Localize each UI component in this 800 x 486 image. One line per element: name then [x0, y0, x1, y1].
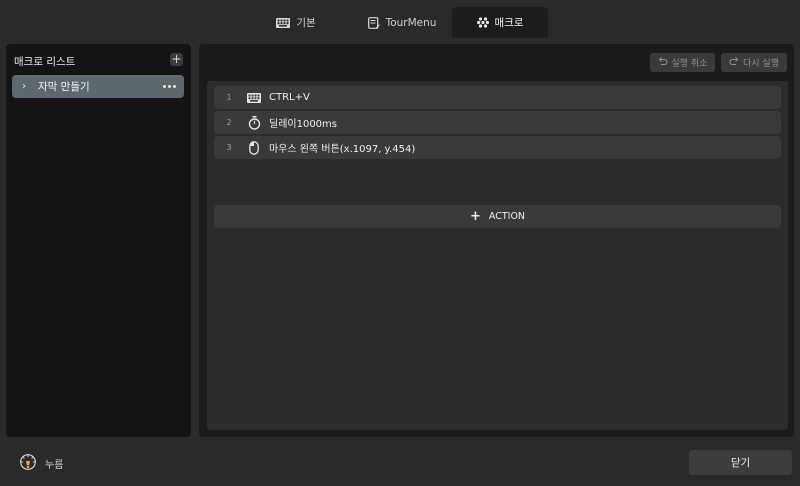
macro-editor-panel: 실행 취소 다시 실행 1 CTRL+V 2 딜레이1000ms 3 마우스 왼…: [199, 44, 794, 437]
macro-list-title: 매크로 리스트: [14, 56, 76, 68]
action-index: 2: [226, 118, 232, 127]
keyboard-icon: [246, 90, 262, 106]
undo-button[interactable]: 실행 취소: [650, 53, 715, 72]
action-text: 마우스 왼쪽 버튼(x.1097, y.454): [269, 144, 416, 155]
tab-basic-label: 기본: [296, 17, 316, 29]
chevron-right-icon[interactable]: ›: [22, 81, 32, 92]
stopwatch-icon: [246, 115, 262, 131]
add-action-label: ACTION: [488, 211, 526, 222]
redo-button[interactable]: 다시 실행: [721, 53, 787, 72]
action-row[interactable]: 2 딜레이1000ms: [214, 111, 781, 134]
macro-item-label: 자막 만들기: [38, 81, 90, 93]
brand-logo: 누름: [19, 453, 63, 474]
action-list: 1 CTRL+V 2 딜레이1000ms 3 마우스 왼쪽 버튼(x.1097,…: [207, 81, 788, 430]
nurum-logo-icon: [19, 453, 37, 474]
action-index: 1: [226, 93, 232, 102]
brand-label: 누름: [45, 460, 64, 471]
menu-edit-icon: [367, 16, 380, 29]
add-macro-button[interactable]: +: [170, 53, 183, 66]
redo-label: 다시 실행: [743, 59, 779, 69]
tab-tourmenu[interactable]: TourMenu: [352, 7, 452, 38]
tab-bar: 기본 TourMenu 매크로: [0, 0, 800, 38]
mouse-icon: [246, 140, 262, 156]
macro-list-panel: 매크로 리스트 + › 자막 만들기: [6, 44, 191, 437]
plus-icon: +: [469, 209, 481, 224]
macro-list-item[interactable]: › 자막 만들기: [12, 75, 184, 98]
action-text: 딜레이1000ms: [269, 119, 338, 130]
undo-label: 실행 취소: [671, 59, 708, 69]
macro-dots-icon: [476, 17, 489, 28]
action-text: CTRL+V: [269, 92, 310, 103]
redo-icon: [729, 56, 739, 69]
action-row[interactable]: 3 마우스 왼쪽 버튼(x.1097, y.454): [214, 136, 781, 159]
close-button[interactable]: 닫기: [689, 450, 792, 475]
action-row[interactable]: 1 CTRL+V: [214, 86, 781, 109]
tab-macro-label: 매크로: [494, 17, 524, 29]
tab-tourmenu-label: TourMenu: [385, 16, 437, 29]
action-index: 3: [226, 143, 232, 152]
tab-macro[interactable]: 매크로: [452, 7, 548, 38]
tab-basic[interactable]: 기본: [240, 7, 352, 38]
add-action-button[interactable]: + ACTION: [214, 205, 781, 228]
keyboard-icon: [276, 17, 291, 28]
undo-icon: [658, 56, 668, 69]
more-options-icon[interactable]: [163, 85, 176, 88]
